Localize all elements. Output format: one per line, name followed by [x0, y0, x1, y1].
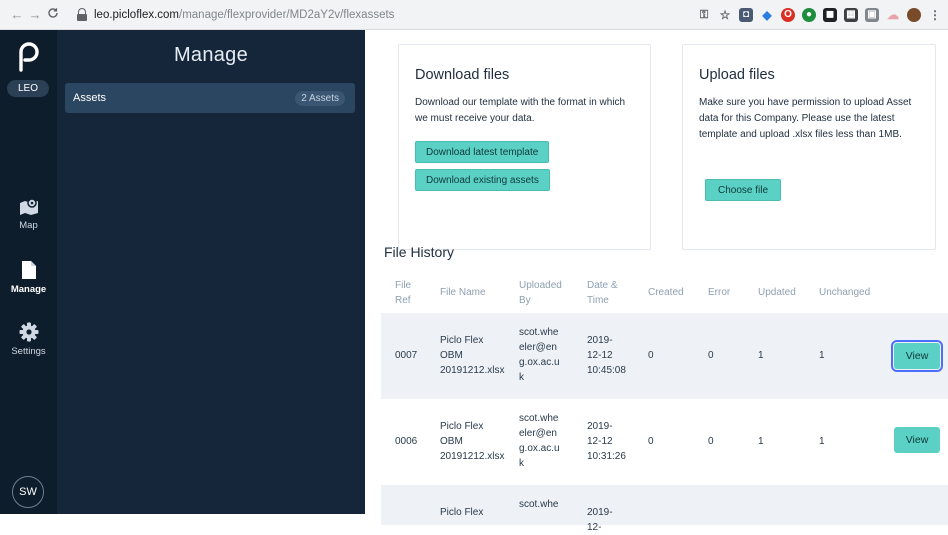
main-content: Download files Download our template wit…	[365, 30, 948, 533]
cell-created: 0	[648, 350, 654, 361]
cell-date-time: 2019-12-12 10:31:26	[587, 421, 626, 462]
key-icon[interactable]: ⚿	[697, 8, 711, 22]
download-files-card: Download files Download our template wit…	[398, 44, 651, 250]
cell-error: 0	[708, 350, 714, 361]
rail-item-settings[interactable]: Settings	[0, 322, 57, 357]
column-header-unchanged: Unchanged	[819, 287, 871, 298]
extension-dark-icon[interactable]: ◼	[823, 8, 837, 22]
cell-created: 0	[648, 436, 654, 447]
cell-date-time: 2019-12-	[587, 507, 613, 533]
cell-error: 0	[708, 436, 714, 447]
cell-uploaded-by: scot.whe	[519, 499, 559, 510]
manage-panel: Manage Assets 2 Assets	[57, 30, 365, 514]
org-badge[interactable]: LEO	[7, 80, 49, 97]
cell-file-name: Piclo Flex OBM 20191212.xlsx	[440, 335, 505, 376]
cell-file-name: Piclo Flex	[440, 507, 484, 518]
cell-uploaded-by: scot.wheeler@eng.ox.ac.uk	[519, 413, 560, 469]
gear-icon	[19, 322, 38, 342]
cell-unchanged: 1	[819, 350, 825, 361]
back-icon[interactable]: ←	[8, 5, 26, 25]
url-domain: leo.picloflex.com	[94, 9, 180, 21]
piclo-logo-icon[interactable]	[15, 40, 41, 72]
extension-cloud-icon[interactable]: ☁	[886, 8, 900, 22]
assets-count-badge: 2 Assets	[295, 90, 345, 106]
column-header-file-name: File Name	[440, 287, 486, 298]
file-icon	[21, 261, 36, 279]
profile-avatar-icon[interactable]	[907, 8, 921, 22]
manage-title: Manage	[173, 44, 249, 66]
rail-item-manage-label: Manage	[10, 284, 47, 295]
column-header-created: Created	[648, 287, 684, 298]
extension-grid-icon[interactable]: ▦	[844, 8, 858, 22]
extension-diamond-icon[interactable]: ◆	[760, 8, 774, 22]
upload-files-title: Upload files	[699, 67, 775, 83]
download-files-description: Download our template with the format in…	[415, 97, 626, 124]
lock-icon	[76, 8, 88, 22]
column-header-file-ref: File Ref	[395, 280, 412, 306]
column-header-updated: Updated	[758, 287, 796, 298]
extension-opera-icon[interactable]: O	[781, 8, 795, 22]
star-icon[interactable]: ☆	[718, 8, 732, 22]
app-rail: LEO Map Manage Settings SW	[0, 30, 57, 514]
table-row: 0007 Piclo Flex OBM 20191212.xlsx scot.w…	[381, 313, 948, 399]
table-row: Piclo Flex scot.whe 2019-12-	[381, 485, 948, 533]
rail-item-settings-label: Settings	[11, 346, 46, 357]
reload-icon[interactable]	[44, 5, 62, 25]
rail-item-map[interactable]: Map	[0, 198, 57, 231]
column-header-date-time: Date & Time	[587, 280, 618, 306]
cell-unchanged: 1	[819, 436, 825, 447]
view-button[interactable]: View	[894, 427, 940, 453]
column-header-error: Error	[708, 287, 731, 298]
cell-file-name: Piclo Flex OBM 20191212.xlsx	[440, 421, 505, 462]
cell-file-ref: 0007	[395, 350, 418, 361]
download-latest-template-button[interactable]: Download latest template	[415, 141, 550, 163]
address-bar[interactable]: leo.picloflex.com/manage/flexprovider/MD…	[76, 4, 676, 26]
table-row: 0006 Piclo Flex OBM 20191212.xlsx scot.w…	[381, 399, 948, 485]
cell-date-time: 2019-12-12 10:45:08	[587, 335, 626, 376]
map-icon	[19, 198, 38, 215]
download-files-title: Download files	[415, 67, 510, 83]
upload-files-card: Upload files Make sure you have permissi…	[682, 44, 936, 250]
sidebar-item-assets[interactable]: Assets 2 Assets	[65, 83, 355, 113]
forward-icon[interactable]: →	[26, 5, 44, 25]
menu-kebab-icon[interactable]: ⋮	[928, 8, 942, 22]
cell-updated: 1	[758, 350, 764, 361]
download-existing-assets-button[interactable]: Download existing assets	[415, 169, 550, 191]
assets-label: Assets	[73, 92, 107, 104]
extension-green-icon[interactable]: ●	[802, 8, 816, 22]
rail-item-manage[interactable]: Manage	[0, 260, 57, 295]
extension-gray-icon[interactable]: ▣	[865, 8, 879, 22]
cell-uploaded-by: scot.wheeler@eng.ox.ac.uk	[519, 327, 560, 383]
user-avatar[interactable]: SW	[12, 476, 44, 508]
column-header-uploaded-by: Uploaded By	[519, 280, 562, 306]
upload-files-description: Make sure you have permission to upload …	[699, 97, 912, 140]
view-button[interactable]: View	[891, 340, 943, 372]
extension-shield-icon[interactable]: ◘	[739, 8, 753, 22]
extensions-bar: ⚿ ☆ ◘ ◆ O ● ◼ ▦ ▣ ☁ ⋮	[697, 5, 942, 25]
file-history-title: File History	[384, 244, 455, 260]
cell-updated: 1	[758, 436, 764, 447]
rail-item-map-label: Map	[19, 220, 38, 231]
cell-file-ref: 0006	[395, 436, 418, 447]
choose-file-button[interactable]: Choose file	[705, 179, 782, 201]
url-path: /manage/flexprovider/MD2aY2v/flexassets	[179, 9, 395, 21]
browser-toolbar: ← → leo.picloflex.com/manage/flexprovide…	[0, 0, 948, 30]
